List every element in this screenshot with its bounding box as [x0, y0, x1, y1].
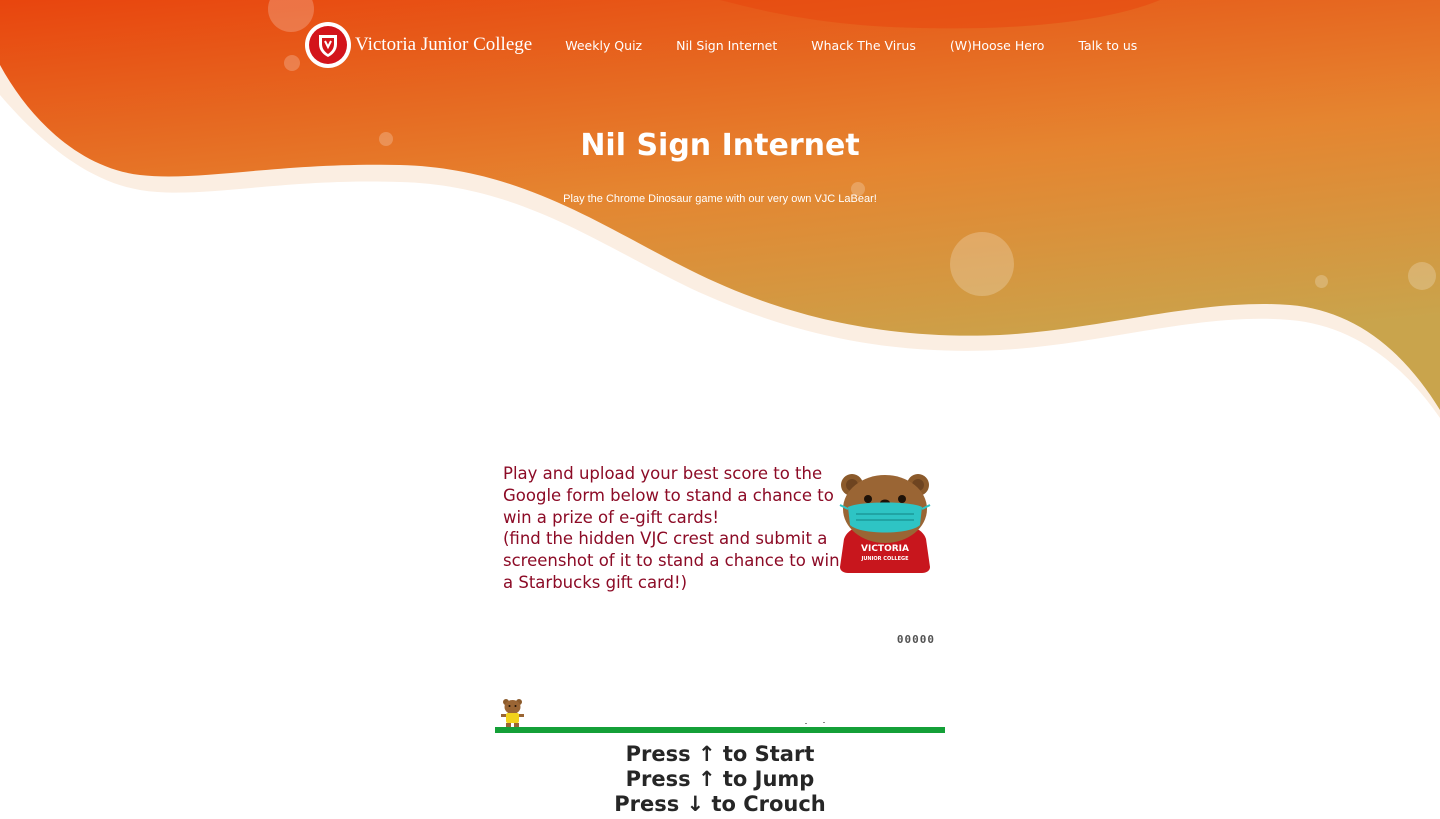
- labear-mascot-icon: VICTORIA JUNIOR COLLEGE: [839, 474, 931, 573]
- control-crouch: Press ↓ to Crouch: [614, 792, 826, 816]
- dino-game-canvas[interactable]: Play and upload your best score to the G…: [495, 455, 945, 737]
- brand-name: Victoria Junior College: [355, 34, 533, 55]
- control-start: Press ↑ to Start: [625, 742, 815, 766]
- nav-talk-to-us[interactable]: Talk to us: [1078, 38, 1137, 53]
- instruction-line: a Starbucks gift card!): [503, 572, 688, 592]
- decor-bubble: [284, 55, 300, 71]
- game-controls-help: Press ↑ to Start Press ↑ to Jump Press ↓…: [0, 742, 1440, 817]
- brand-logo-link[interactable]: Victoria Junior College: [305, 22, 532, 68]
- mascot-shirt-subtext: JUNIOR COLLEGE: [860, 556, 909, 562]
- decor-bubble: [950, 232, 1014, 296]
- mascot-shirt-text: VICTORIA: [861, 544, 909, 554]
- ground-pebble: [823, 722, 825, 723]
- page-title: Nil Sign Internet: [580, 128, 860, 163]
- instruction-line: Google form below to stand a chance to: [503, 485, 834, 505]
- nav-whoose-hero[interactable]: (W)Hoose Hero: [950, 38, 1045, 53]
- game-ground: [495, 727, 945, 733]
- main-navbar: Victoria Junior College Weekly Quiz Nil …: [305, 20, 1154, 70]
- page: Victoria Junior College Weekly Quiz Nil …: [0, 0, 1440, 819]
- instruction-line: (find the hidden VJC crest and submit a: [503, 529, 828, 549]
- page-subtitle: Play the Chrome Dinosaur game with our v…: [563, 193, 877, 205]
- nav-weekly-quiz[interactable]: Weekly Quiz: [565, 38, 642, 53]
- game-instructions: Play and upload your best score to the G…: [503, 463, 843, 594]
- instruction-line: screenshot of it to stand a chance to wi…: [503, 551, 840, 571]
- instruction-line: Play and upload your best score to the: [503, 464, 823, 483]
- college-crest-icon: [305, 22, 351, 68]
- nav-nil-sign-internet[interactable]: Nil Sign Internet: [676, 38, 777, 53]
- decor-bubble: [1408, 262, 1436, 290]
- decor-bubble: [1315, 275, 1328, 288]
- control-jump: Press ↑ to Jump: [625, 767, 815, 791]
- ground-pebble: [805, 723, 807, 724]
- instruction-line: win a prize of e-gift cards!: [503, 507, 719, 527]
- nav-whack-the-virus[interactable]: Whack The Virus: [811, 38, 916, 53]
- game-score: 00000: [896, 633, 935, 646]
